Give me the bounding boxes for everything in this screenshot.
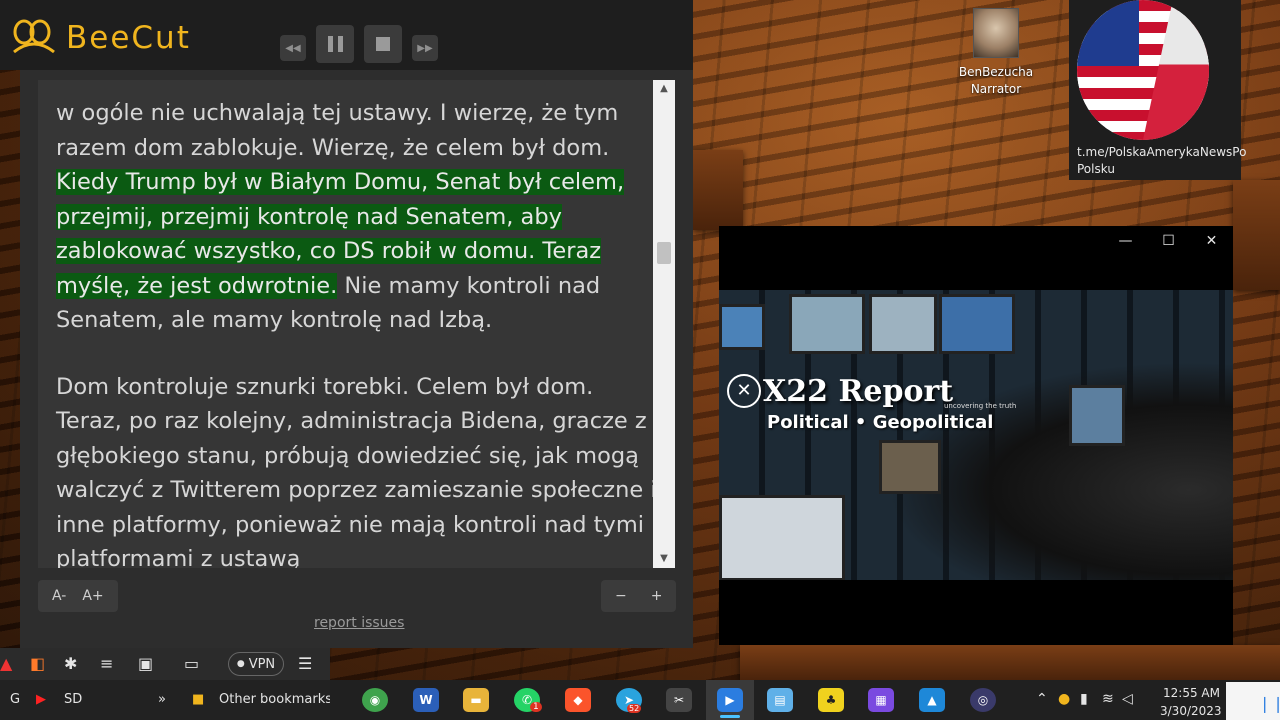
monitor-screen: [1069, 385, 1125, 446]
pause-icon: [327, 36, 343, 52]
speed-controls: − +: [601, 580, 677, 612]
beecut-reader-panel: w ogóle nie uchwalają tej ustawy. I wier…: [20, 70, 693, 648]
bookmark-sd[interactable]: SD: [64, 692, 82, 707]
video-subtitle: Political • Geopolitical: [767, 412, 994, 433]
channel-card: t.me/PolskaAmerykaNewsPo Polsku: [1069, 0, 1246, 180]
monitor-screen: [879, 440, 941, 494]
beecut-taskbar-icon[interactable]: ♣: [818, 688, 844, 712]
menu-icon[interactable]: ☰: [298, 654, 312, 673]
brave-browser-icon[interactable]: ◆: [565, 688, 591, 712]
clock-time: 12:55 AM: [1163, 686, 1220, 700]
notes-app-icon[interactable]: ▤: [767, 688, 793, 712]
photos-icon[interactable]: ▲: [919, 688, 945, 712]
vpn-status-icon: ●: [236, 659, 245, 669]
report-issues-link[interactable]: report issues: [314, 615, 404, 631]
show-desktop-icon[interactable]: ❘❘: [1258, 694, 1280, 713]
x22-logo-icon: ✕: [727, 374, 761, 408]
app-logo: BeeCut: [10, 18, 191, 58]
narrator-avatar: [973, 8, 1019, 58]
rewind-button[interactable]: ◀◀: [280, 35, 306, 61]
media-control-icon[interactable]: ≡: [100, 654, 113, 673]
brave-rewards-icon[interactable]: ▲: [0, 654, 12, 673]
youtube-icon: ▶: [36, 692, 46, 707]
stop-button[interactable]: [364, 25, 402, 63]
us-poland-flag-icon: [1077, 0, 1209, 140]
stop-icon: [376, 37, 390, 51]
system-clock[interactable]: 12:55 AM 3/30/2023: [1160, 684, 1222, 720]
transcript-paragraph: Dom kontroluje sznurki torebki. Celem by…: [56, 370, 657, 569]
bee-logo-icon: [13, 19, 55, 54]
extensions-puzzle-icon[interactable]: ✱: [64, 654, 77, 673]
narrator-desktop-icon[interactable]: BenBezucha Narrator: [955, 8, 1037, 98]
volume-icon[interactable]: ◁: [1122, 691, 1133, 707]
sidebar-icon[interactable]: ▣: [138, 654, 153, 673]
paragraph-text: w ogóle nie uchwalają tej ustawy. I wier…: [56, 100, 619, 161]
taskbar-app-icon[interactable]: ◉: [362, 688, 388, 712]
forward-button[interactable]: ▶▶: [412, 35, 438, 61]
beecut-header: BeeCut ◀◀ ▶▶: [0, 0, 693, 70]
window-controls: — ☐ ✕: [1104, 226, 1233, 256]
minimize-button[interactable]: —: [1104, 226, 1147, 256]
scroll-up-arrow-icon[interactable]: ▲: [653, 80, 675, 98]
tray-app-icon[interactable]: ●: [1058, 691, 1070, 707]
close-button[interactable]: ✕: [1190, 226, 1233, 256]
file-explorer-icon[interactable]: ▬: [463, 688, 489, 712]
wood-beam: [693, 150, 743, 230]
vpn-button[interactable]: ● VPN: [228, 652, 284, 676]
wifi-icon[interactable]: ≋: [1102, 691, 1114, 707]
channel-link[interactable]: t.me/PolskaAmerykaNewsPo Polsku: [1077, 144, 1246, 178]
transcript-paragraph: w ogóle nie uchwalają tej ustawy. I wier…: [56, 96, 657, 338]
other-bookmarks-button[interactable]: Other bookmarks: [219, 692, 332, 707]
clock-date: 3/30/2023: [1160, 704, 1222, 718]
zoom-out-button[interactable]: −: [609, 584, 633, 608]
monitor-screen: [869, 294, 937, 354]
font-decrease-button[interactable]: A-: [46, 584, 72, 608]
reader-scrollbar[interactable]: ▲ ▼: [653, 80, 675, 568]
wood-beam: [740, 645, 1280, 680]
pause-button[interactable]: [316, 25, 354, 63]
font-increase-button[interactable]: A+: [76, 584, 109, 608]
rewind-icon: ◀◀: [285, 42, 301, 54]
scroll-down-arrow-icon[interactable]: ▼: [653, 550, 675, 568]
bookmarks-overflow-button[interactable]: »: [158, 692, 166, 707]
video-player-icon[interactable]: ▶: [717, 688, 743, 712]
forward-icon: ▶▶: [417, 42, 433, 54]
wallet-icon[interactable]: ▭: [184, 654, 199, 673]
video-editor-icon[interactable]: ▦: [868, 688, 894, 712]
wood-beam: [1233, 180, 1280, 290]
monitor-screen: [939, 294, 1015, 354]
whatsapp-badge: 1: [530, 702, 542, 712]
word-icon[interactable]: W: [413, 688, 439, 712]
media-app-icon[interactable]: ◎: [970, 688, 996, 712]
bookmark-google[interactable]: G: [10, 692, 20, 707]
vpn-label: VPN: [248, 656, 276, 672]
snipping-tool-icon[interactable]: ✂: [666, 688, 692, 712]
telegram-badge: 52: [627, 704, 642, 713]
zoom-in-button[interactable]: +: [645, 584, 669, 608]
video-frame[interactable]: ✕ X22 Report uncovering the truth Politi…: [719, 290, 1233, 580]
monitor-screen: [719, 304, 765, 350]
monitor-screen: [789, 294, 865, 354]
player-controls: ◀◀ ▶▶: [280, 25, 438, 63]
scroll-thumb[interactable]: [657, 242, 671, 264]
transcript-reader[interactable]: w ogóle nie uchwalają tej ustawy. I wier…: [38, 80, 675, 568]
font-size-controls: A- A+: [38, 580, 118, 612]
extension-icon[interactable]: ◧: [30, 654, 45, 673]
microphone-icon[interactable]: ▮: [1080, 691, 1088, 707]
video-tagline: uncovering the truth: [944, 402, 1017, 410]
transcript-text: w ogóle nie uchwalają tej ustawy. I wier…: [38, 80, 675, 568]
monitor-screen: [719, 495, 845, 580]
app-name: BeeCut: [66, 20, 191, 56]
narrator-label: BenBezucha Narrator: [958, 65, 1034, 96]
video-title: X22 Report: [763, 374, 954, 409]
maximize-button[interactable]: ☐: [1147, 226, 1190, 256]
paragraph-text: Dom kontroluje sznurki torebki. Celem by…: [56, 373, 657, 569]
folder-icon: ■: [192, 692, 205, 707]
video-player-window: — ☐ ✕ ✕ X22 Report uncovering the truth …: [719, 226, 1233, 645]
tray-overflow-chevron-icon[interactable]: ⌃: [1036, 691, 1048, 707]
